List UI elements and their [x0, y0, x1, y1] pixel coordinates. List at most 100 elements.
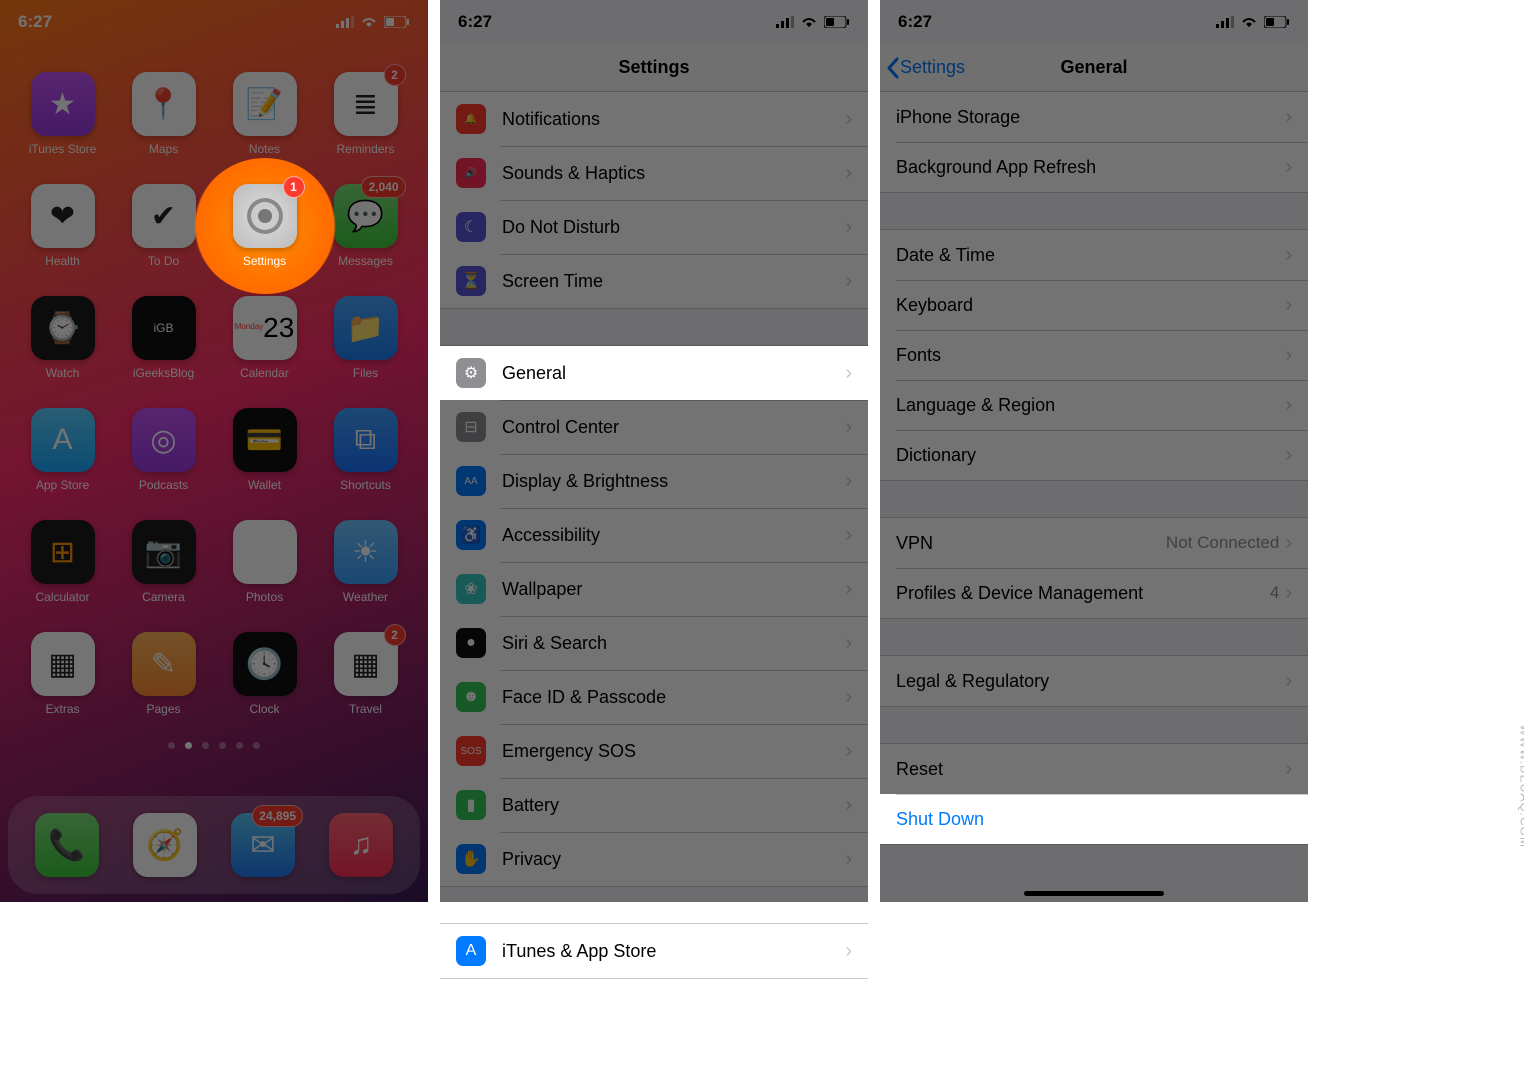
app-files[interactable]: 📁Files — [321, 296, 411, 380]
home-indicator[interactable] — [1024, 891, 1164, 896]
row-shut-down[interactable]: Shut Down — [880, 794, 1308, 844]
dock-app-mail[interactable]: ✉24,895 — [218, 813, 308, 877]
row-label: Legal & Regulatory — [896, 671, 1285, 692]
dock-app-phone[interactable]: 📞 — [22, 813, 112, 877]
row-face-id-passcode[interactable]: ☻Face ID & Passcode› — [440, 670, 868, 724]
app-health[interactable]: ❤ Health — [18, 184, 108, 268]
phone-icon: 📞 — [35, 813, 99, 877]
app-shortcuts[interactable]: ⧉Shortcuts — [321, 408, 411, 492]
row-wallpaper[interactable]: ❀Wallpaper› — [440, 562, 868, 616]
app-travel[interactable]: ▦2Travel — [321, 632, 411, 716]
row-itunes-app-store[interactable]: AiTunes & App Store› — [440, 924, 868, 978]
row-privacy[interactable]: ✋Privacy› — [440, 832, 868, 886]
row-vpn[interactable]: VPNNot Connected› — [880, 518, 1308, 568]
wifi-icon — [360, 16, 378, 28]
app-camera[interactable]: 📷Camera — [119, 520, 209, 604]
app-clock[interactable]: 🕓Clock — [220, 632, 310, 716]
app-label: Weather — [343, 590, 388, 604]
chevron-right-icon: › — [845, 578, 852, 601]
row-date-time[interactable]: Date & Time› — [880, 230, 1308, 280]
app-photos[interactable]: ✿Photos — [220, 520, 310, 604]
do-not-disturb-icon: ☾ — [456, 212, 486, 242]
row-language-region[interactable]: Language & Region› — [880, 380, 1308, 430]
row-profiles-device-management[interactable]: Profiles & Device Management4› — [880, 568, 1308, 618]
row-iphone-storage[interactable]: iPhone Storage› — [880, 92, 1308, 142]
row-control-center[interactable]: ⊟ Control Center› — [440, 400, 868, 454]
wifi-icon — [800, 16, 818, 28]
row-label: Profiles & Device Management — [896, 583, 1270, 604]
row-label: Emergency SOS — [502, 741, 845, 762]
app-wallet[interactable]: 💳Wallet — [220, 408, 310, 492]
row-keyboard[interactable]: Keyboard› — [880, 280, 1308, 330]
app-igeeksblog[interactable]: iGBiGeeksBlog — [119, 296, 209, 380]
app-calculator[interactable]: ⊞Calculator — [18, 520, 108, 604]
row-label: Battery — [502, 795, 845, 816]
row-notifications[interactable]: 🔔Notifications› — [440, 92, 868, 146]
control-center-icon: ⊟ — [456, 412, 486, 442]
general-icon: ⚙ — [456, 358, 486, 388]
itunes-store-icon: ★ — [31, 72, 95, 136]
row-reset[interactable]: Reset› — [880, 744, 1308, 794]
status-bar: 6:27 — [880, 0, 1308, 44]
app-label: Messages — [338, 254, 393, 268]
app-label: Health — [45, 254, 80, 268]
health-icon: ❤ — [31, 184, 95, 248]
row-emergency-sos[interactable]: SOSEmergency SOS› — [440, 724, 868, 778]
page-dot[interactable] — [185, 742, 192, 749]
app-pages[interactable]: ✎Pages — [119, 632, 209, 716]
row-screen-time[interactable]: ⏳Screen Time› — [440, 254, 868, 308]
status-bar: 6:27 — [440, 0, 868, 44]
app-extras[interactable]: ▦Extras — [18, 632, 108, 716]
app-label: Shortcuts — [340, 478, 391, 492]
app-notes[interactable]: 📝Notes — [220, 72, 310, 156]
page-dot[interactable] — [253, 742, 260, 749]
row-general[interactable]: ⚙General› — [440, 346, 868, 400]
app-app-store[interactable]: AApp Store — [18, 408, 108, 492]
row-do-not-disturb[interactable]: ☾Do Not Disturb› — [440, 200, 868, 254]
chevron-right-icon: › — [845, 686, 852, 709]
photos-icon: ✿ — [233, 520, 297, 584]
page-indicator[interactable] — [0, 742, 428, 749]
signal-icon — [336, 16, 354, 28]
dock-app-safari[interactable]: 🧭 — [120, 813, 210, 877]
status-time: 6:27 — [458, 12, 492, 32]
app-podcasts[interactable]: ◎Podcasts — [119, 408, 209, 492]
app-calendar[interactable]: Monday23Calendar — [220, 296, 310, 380]
row-sounds-haptics[interactable]: 🔊Sounds & Haptics› — [440, 146, 868, 200]
notes-icon: 📝 — [233, 72, 297, 136]
chevron-right-icon: › — [845, 470, 852, 493]
settings-icon: 1 — [233, 184, 297, 248]
row-dictionary[interactable]: Dictionary› — [880, 430, 1308, 480]
badge: 2 — [384, 64, 406, 86]
home-screen: 6:27 ★iTunes Store📍Maps📝Notes≣2Reminders… — [0, 0, 428, 902]
page-dot[interactable] — [202, 742, 209, 749]
app-settings[interactable]: 1Settings — [220, 184, 310, 268]
app-maps[interactable]: 📍Maps — [119, 72, 209, 156]
row-label: Screen Time — [502, 271, 845, 292]
app-reminders[interactable]: ≣2Reminders — [321, 72, 411, 156]
row-label: Dictionary — [896, 445, 1285, 466]
row-label: Control Center — [502, 417, 845, 438]
app-itunes-store[interactable]: ★iTunes Store — [18, 72, 108, 156]
page-dot[interactable] — [219, 742, 226, 749]
row-legal-regulatory[interactable]: Legal & Regulatory› — [880, 656, 1308, 706]
row-display-brightness[interactable]: AADisplay & Brightness› — [440, 454, 868, 508]
back-button[interactable]: Settings — [886, 57, 965, 79]
row-label: Fonts — [896, 345, 1285, 366]
dock-app-music[interactable]: ♫ — [316, 813, 406, 877]
row-siri-search[interactable]: ●Siri & Search› — [440, 616, 868, 670]
display-brightness-icon: AA — [456, 466, 486, 496]
row-fonts[interactable]: Fonts› — [880, 330, 1308, 380]
page-dot[interactable] — [168, 742, 175, 749]
row-battery[interactable]: ▮Battery› — [440, 778, 868, 832]
signal-icon — [776, 16, 794, 28]
battery-icon: ▮ — [456, 790, 486, 820]
app-watch[interactable]: ⌚Watch — [18, 296, 108, 380]
page-dot[interactable] — [236, 742, 243, 749]
app-weather[interactable]: ☀Weather — [321, 520, 411, 604]
chevron-right-icon: › — [845, 416, 852, 439]
row-background-app-refresh[interactable]: Background App Refresh› — [880, 142, 1308, 192]
chevron-right-icon: › — [1285, 758, 1292, 781]
row-accessibility[interactable]: ♿Accessibility› — [440, 508, 868, 562]
row-label: Privacy — [502, 849, 845, 870]
